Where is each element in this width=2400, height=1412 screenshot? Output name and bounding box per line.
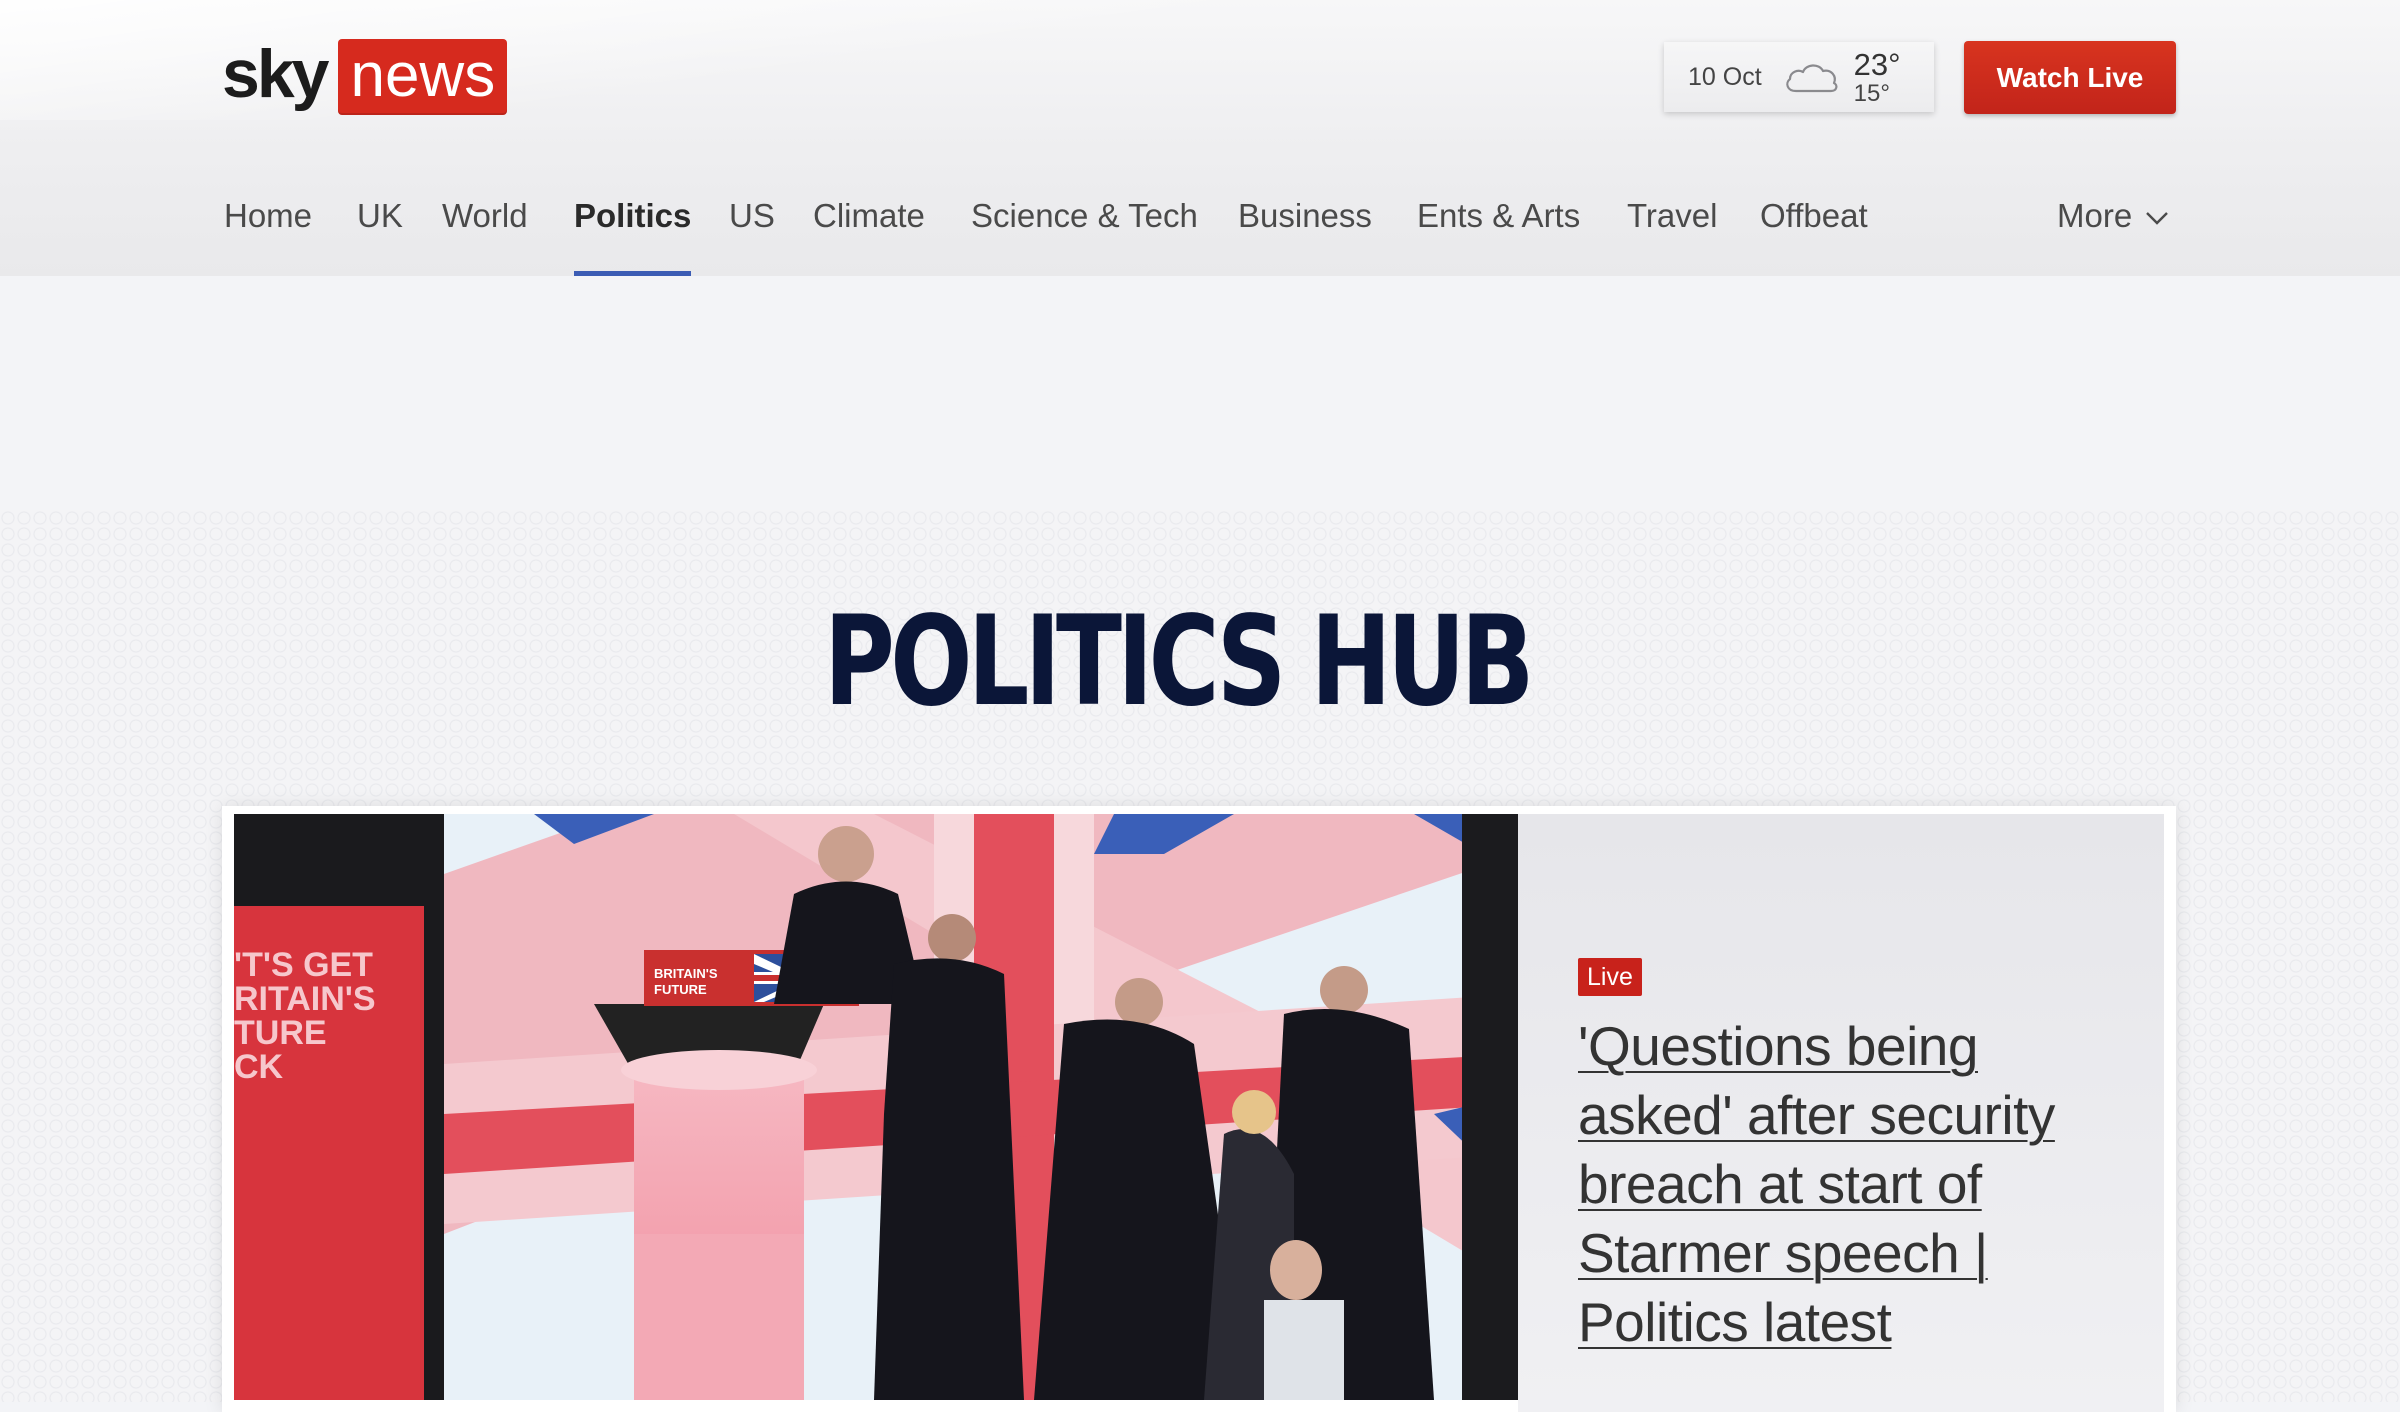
svg-text:'T'S GET: 'T'S GET <box>234 946 373 984</box>
nav-item-uk[interactable]: UK <box>357 192 403 276</box>
logo-news-text: news <box>338 39 508 115</box>
politics-hub-section: POLITICS HUB 'T'S GET RITAIN'S TURE CK B… <box>0 510 2400 1412</box>
nav-item-travel[interactable]: Travel <box>1627 192 1717 276</box>
temp-high: 23° <box>1853 46 1901 82</box>
svg-text:CK: CK <box>234 1048 284 1086</box>
nav-item-business[interactable]: Business <box>1238 192 1372 276</box>
temp-low: 15° <box>1853 79 1890 107</box>
lead-story-text: Live 'Questions being asked' after secur… <box>1518 814 2164 1412</box>
svg-text:FUTURE: FUTURE <box>654 982 707 997</box>
weather-date: 10 Oct <box>1688 62 1762 91</box>
politics-hub-logo: POLITICS HUB <box>800 562 1600 762</box>
politics-hub-title: POLITICS HUB <box>824 590 1535 734</box>
lead-story-card[interactable]: 'T'S GET RITAIN'S TURE CK BRITAIN'S FUTU… <box>222 806 2176 1412</box>
nav-item-science-tech[interactable]: Science & Tech <box>971 192 1198 276</box>
lead-story-headline-link[interactable]: 'Questions being asked' after security b… <box>1578 1012 2138 1357</box>
logo-sky-text: sky <box>222 36 329 112</box>
nav-more-button[interactable]: More <box>2057 192 2170 276</box>
svg-text:BRITAIN'S: BRITAIN'S <box>654 966 718 981</box>
cloud-icon <box>1785 64 1838 93</box>
nav-more-label: More <box>2057 197 2133 234</box>
ad-placeholder <box>0 276 2400 510</box>
nav-item-politics[interactable]: Politics <box>574 192 692 276</box>
site-header: sky news 10 Oct 23° 15° Watch Live Home … <box>0 0 2400 276</box>
lead-story-image[interactable]: 'T'S GET RITAIN'S TURE CK BRITAIN'S FUTU… <box>234 814 1518 1400</box>
main-nav: Home UK World Politics US Climate Scienc… <box>224 192 2184 276</box>
nav-item-world[interactable]: World <box>442 192 528 276</box>
nav-item-home[interactable]: Home <box>224 192 312 276</box>
nav-item-offbeat[interactable]: Offbeat <box>1760 192 1868 276</box>
nav-item-ents-arts[interactable]: Ents & Arts <box>1417 192 1580 276</box>
conference-stage-photo: 'T'S GET RITAIN'S TURE CK BRITAIN'S FUTU… <box>234 814 1518 1400</box>
nav-item-climate[interactable]: Climate <box>813 192 925 276</box>
svg-text:TURE: TURE <box>234 1014 327 1052</box>
svg-text:RITAIN'S: RITAIN'S <box>234 980 376 1018</box>
nav-item-us[interactable]: US <box>729 192 775 276</box>
live-badge: Live <box>1578 958 1642 996</box>
sky-news-logo[interactable]: sky news <box>222 36 508 116</box>
weather-temps: 23° 15° <box>1854 49 1901 106</box>
chevron-down-icon <box>2146 212 2169 225</box>
watch-live-button[interactable]: Watch Live <box>1964 41 2176 114</box>
weather-widget[interactable]: 10 Oct 23° 15° <box>1664 42 1934 112</box>
